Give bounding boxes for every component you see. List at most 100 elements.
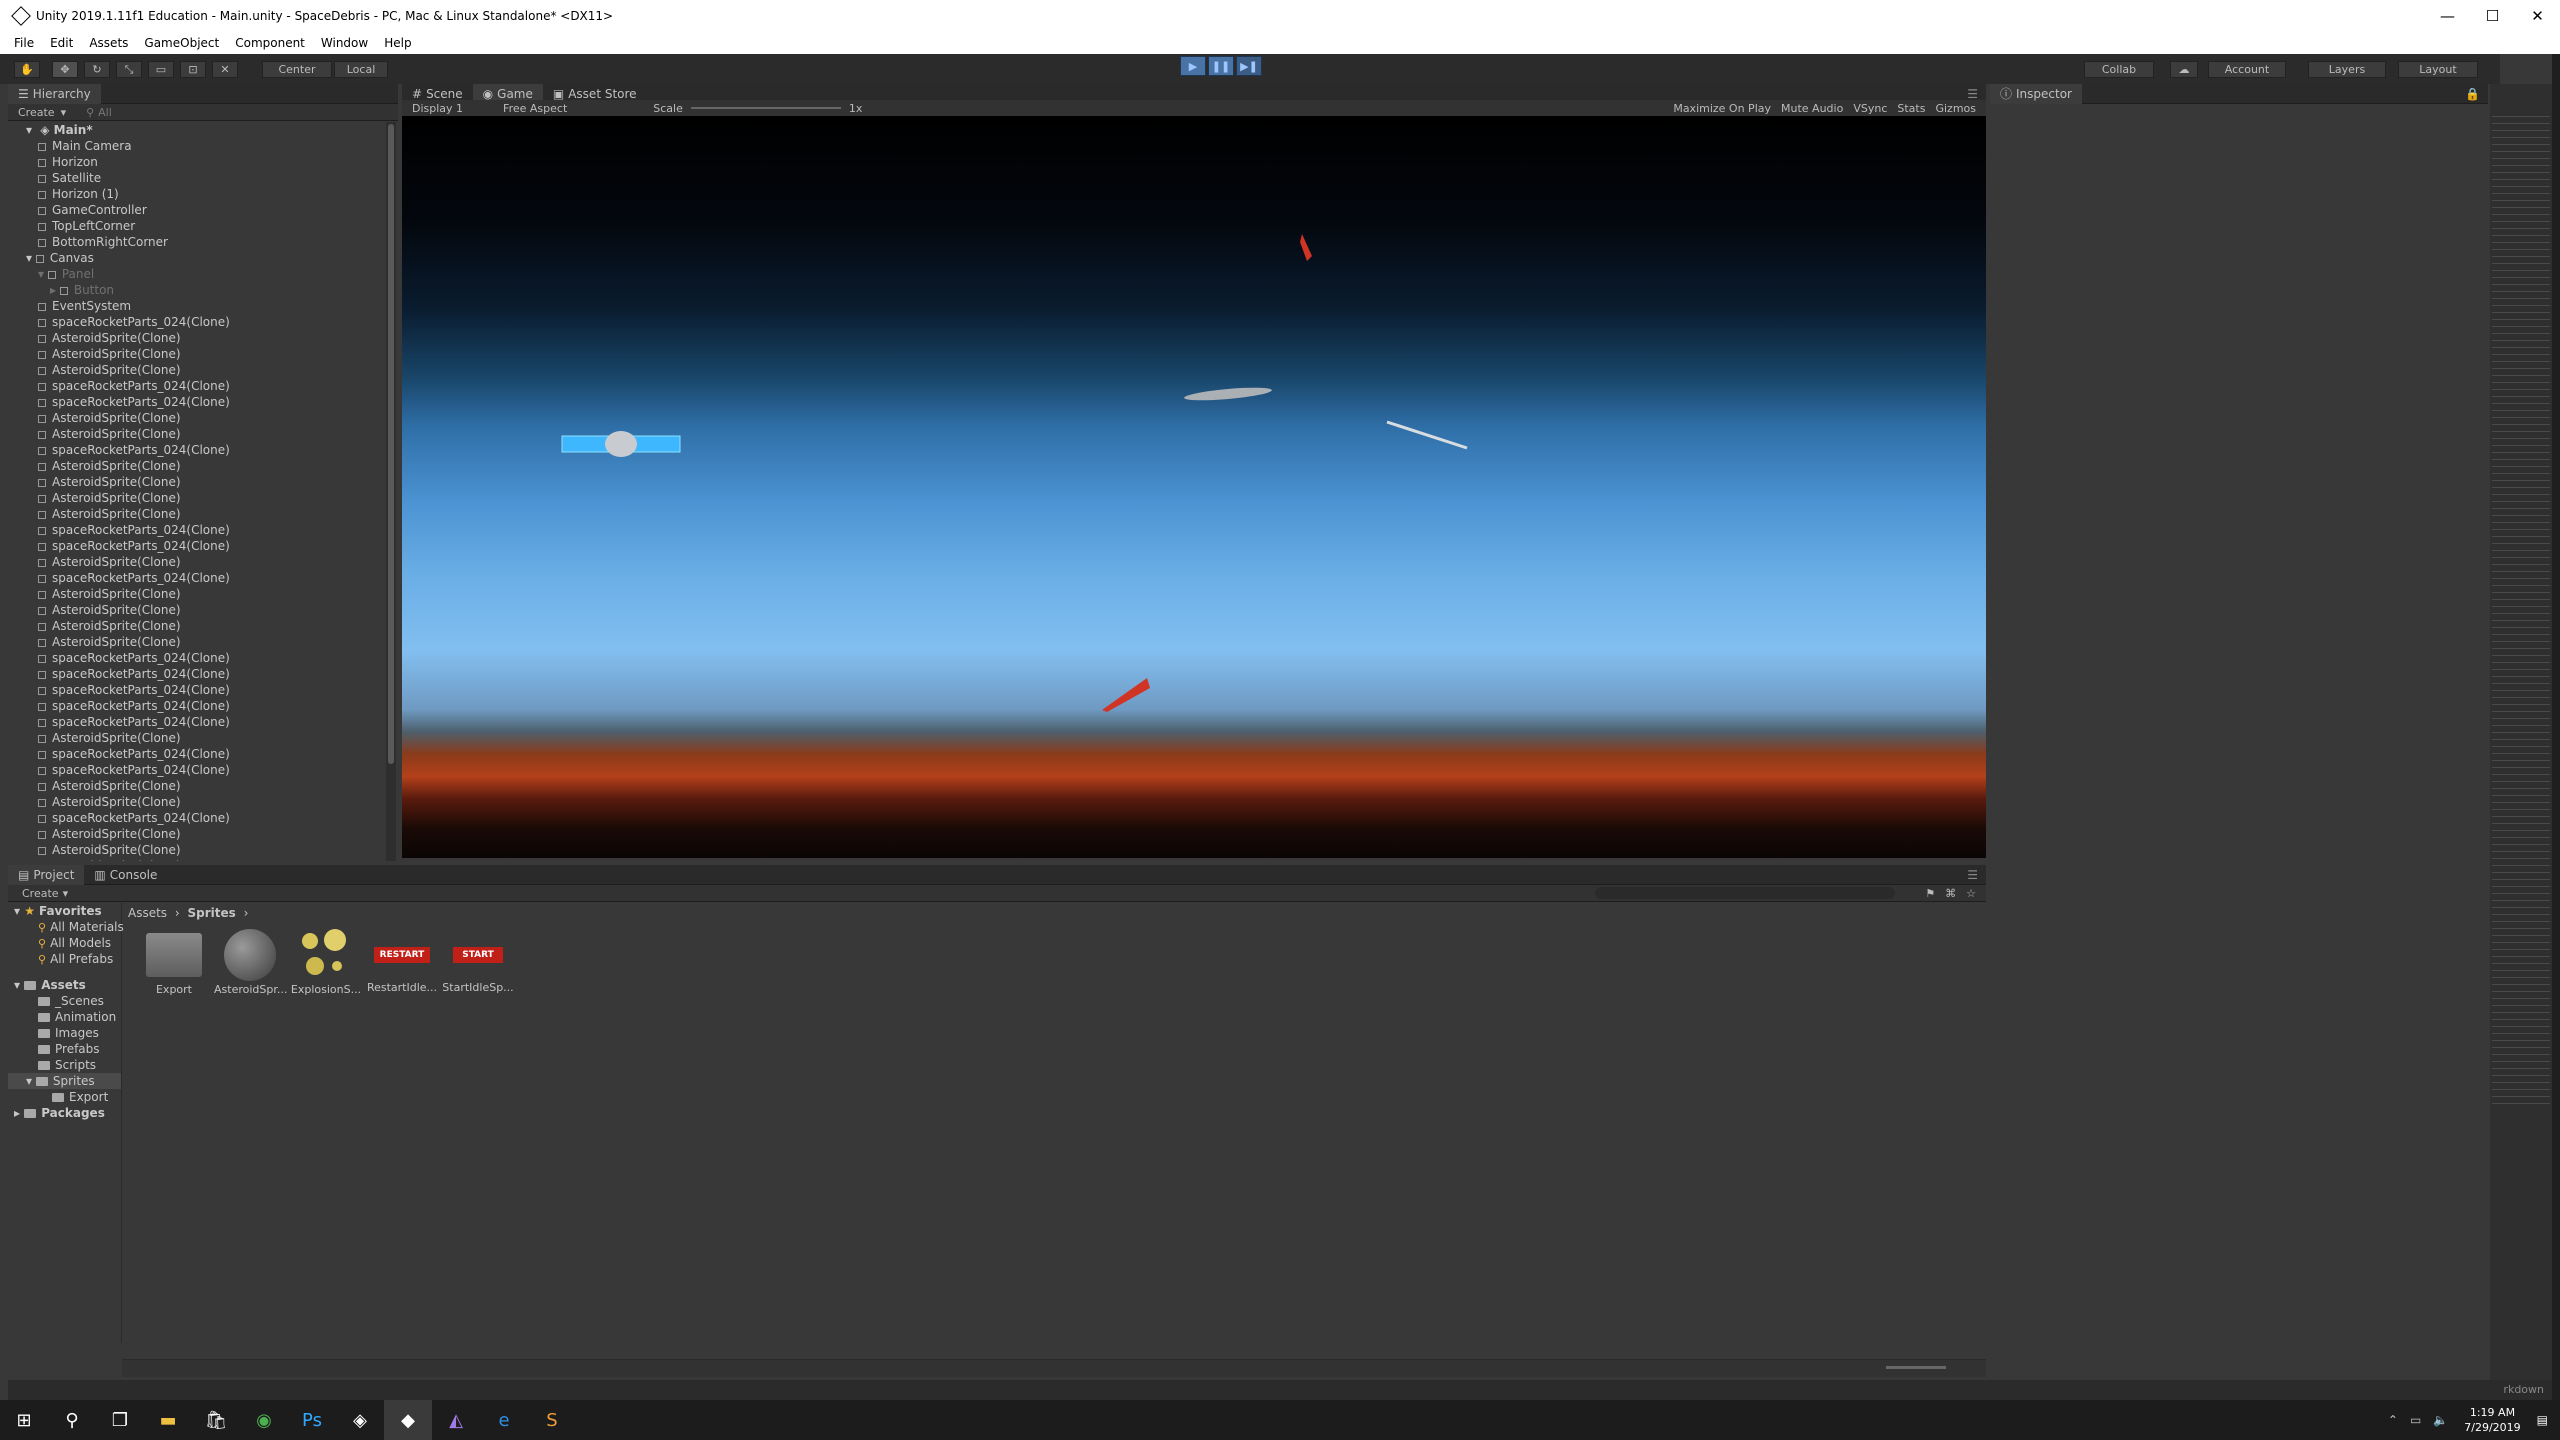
favorite-star-icon[interactable]: ☆ bbox=[1966, 887, 1976, 900]
hierarchy-item[interactable]: AsteroidSprite(Clone) bbox=[8, 506, 384, 522]
hand-tool-icon[interactable]: ✋ bbox=[14, 61, 40, 78]
hierarchy-item[interactable]: GameController bbox=[8, 202, 384, 218]
project-create-button[interactable]: Create bbox=[22, 887, 59, 900]
thumbnail-size-slider[interactable] bbox=[1886, 1366, 1946, 1369]
maximize-button[interactable]: ☐ bbox=[2470, 0, 2515, 32]
menu-help[interactable]: Help bbox=[384, 36, 411, 50]
scale-slider[interactable] bbox=[690, 107, 841, 109]
layers-dropdown[interactable]: Layers bbox=[2308, 61, 2386, 78]
hierarchy-item[interactable]: AsteroidSprite(Clone) bbox=[8, 362, 384, 378]
favorites-row[interactable]: ▾ ★ Favorites bbox=[8, 903, 121, 919]
hierarchy-tab[interactable]: ☰ Hierarchy bbox=[8, 83, 101, 104]
unity-editor-icon[interactable]: ◆ bbox=[384, 1400, 432, 1440]
hierarchy-item[interactable]: AsteroidSprite(Clone) bbox=[8, 586, 384, 602]
scene-row[interactable]: ▾ ◈ Main* bbox=[8, 122, 384, 138]
project-menu-icon[interactable]: ☰ bbox=[1967, 868, 1978, 882]
hierarchy-item[interactable]: AsteroidSprite(Clone) bbox=[8, 426, 384, 442]
collab-dropdown[interactable]: Collab bbox=[2084, 61, 2154, 78]
hierarchy-item[interactable]: AsteroidSprite(Clone) bbox=[8, 554, 384, 570]
hierarchy-item[interactable]: AsteroidSprite(Clone) bbox=[8, 794, 384, 810]
hierarchy-item[interactable]: spaceRocketParts_024(Clone) bbox=[8, 746, 384, 762]
task-view-icon[interactable]: ❐ bbox=[96, 1400, 144, 1440]
gizmos-dropdown[interactable]: Gizmos bbox=[1935, 102, 1976, 115]
hierarchy-item[interactable]: spaceRocketParts_024(Clone) bbox=[8, 698, 384, 714]
hierarchy-item[interactable]: spaceRocketParts_024(Clone) bbox=[8, 810, 384, 826]
minimize-button[interactable]: — bbox=[2425, 0, 2470, 32]
filter-type-icon[interactable]: ⚑ bbox=[1925, 887, 1935, 900]
folder-scenes[interactable]: _Scenes bbox=[8, 993, 121, 1009]
pause-button[interactable]: ❚❚ bbox=[1208, 56, 1234, 76]
hierarchy-scroll-thumb[interactable] bbox=[388, 124, 394, 764]
hierarchy-item[interactable]: AsteroidSprite(Clone) bbox=[8, 730, 384, 746]
pivot-center-toggle[interactable]: Center bbox=[262, 61, 332, 78]
asset-explosion-sprite[interactable]: ExplosionS... bbox=[290, 929, 362, 996]
favorite-item-materials[interactable]: ⚲ All Materials bbox=[8, 919, 124, 935]
hierarchy-item[interactable]: spaceRocketParts_024(Clone) bbox=[8, 570, 384, 586]
pivot-local-toggle[interactable]: Local bbox=[334, 61, 388, 78]
display-dropdown[interactable]: Display 1 bbox=[412, 102, 463, 115]
aspect-dropdown[interactable]: Free Aspect bbox=[503, 102, 567, 115]
game-view[interactable] bbox=[402, 116, 1986, 858]
hierarchy-item[interactable]: AsteroidSprite(Clone) bbox=[8, 842, 384, 858]
cloud-icon[interactable]: ☁ bbox=[2170, 61, 2198, 78]
project-search-input[interactable] bbox=[1595, 887, 1896, 899]
close-button[interactable]: ✕ bbox=[2515, 0, 2560, 32]
hierarchy-item[interactable]: spaceRocketParts_024(Clone) bbox=[8, 538, 384, 554]
hierarchy-item[interactable]: AsteroidSprite(Clone) bbox=[8, 602, 384, 618]
folder-scripts[interactable]: Scripts bbox=[8, 1057, 121, 1073]
menu-edit[interactable]: Edit bbox=[50, 36, 73, 50]
hierarchy-item[interactable]: AsteroidSprite(Clone) bbox=[8, 858, 384, 861]
visual-studio-icon[interactable]: ◭ bbox=[432, 1400, 480, 1440]
volume-icon[interactable]: 🔈 bbox=[2433, 1413, 2448, 1427]
hierarchy-item[interactable]: AsteroidSprite(Clone) bbox=[8, 490, 384, 506]
mute-audio-toggle[interactable]: Mute Audio bbox=[1781, 102, 1843, 115]
hierarchy-item[interactable]: AsteroidSprite(Clone) bbox=[8, 826, 384, 842]
notification-icon[interactable]: ▤ bbox=[2537, 1413, 2548, 1427]
menu-gameobject[interactable]: GameObject bbox=[144, 36, 219, 50]
breadcrumb-assets[interactable]: Assets bbox=[128, 906, 167, 920]
folder-export[interactable]: Export bbox=[8, 1089, 121, 1105]
hierarchy-search-input[interactable]: All bbox=[98, 106, 112, 119]
assets-root-row[interactable]: ▾ Assets bbox=[8, 977, 121, 993]
favorite-item-prefabs[interactable]: ⚲ All Prefabs bbox=[8, 951, 121, 967]
hierarchy-scrollbar[interactable] bbox=[386, 122, 396, 861]
hierarchy-item[interactable]: spaceRocketParts_024(Clone) bbox=[8, 442, 384, 458]
menu-component[interactable]: Component bbox=[235, 36, 305, 50]
hierarchy-item[interactable]: EventSystem bbox=[8, 298, 384, 314]
tray-chevron-icon[interactable]: ⌃ bbox=[2388, 1413, 2398, 1427]
tab-console[interactable]: ▥ Console bbox=[84, 865, 167, 885]
hierarchy-item[interactable]: Horizon bbox=[8, 154, 384, 170]
folder-sprites[interactable]: ▾ Sprites bbox=[8, 1073, 121, 1089]
hierarchy-item[interactable]: spaceRocketParts_024(Clone) bbox=[8, 394, 384, 410]
folder-animation[interactable]: Animation bbox=[8, 1009, 121, 1025]
rect-tool-icon[interactable]: ▭ bbox=[148, 61, 174, 78]
hierarchy-item[interactable]: spaceRocketParts_024(Clone) bbox=[8, 650, 384, 666]
layout-dropdown[interactable]: Layout bbox=[2398, 61, 2478, 78]
clock[interactable]: 1:19 AM 7/29/2019 bbox=[2464, 1405, 2520, 1435]
stats-toggle[interactable]: Stats bbox=[1897, 102, 1925, 115]
sublime-text-icon[interactable]: S bbox=[528, 1400, 576, 1440]
hierarchy-item[interactable]: spaceRocketParts_024(Clone) bbox=[8, 714, 384, 730]
maximize-on-play-toggle[interactable]: Maximize On Play bbox=[1673, 102, 1771, 115]
folder-prefabs[interactable]: Prefabs bbox=[8, 1041, 121, 1057]
photoshop-icon[interactable]: Ps bbox=[288, 1400, 336, 1440]
hierarchy-item[interactable]: AsteroidSprite(Clone) bbox=[8, 346, 384, 362]
hierarchy-item[interactable]: Horizon (1) bbox=[8, 186, 384, 202]
scale-tool-icon[interactable]: ⤡ bbox=[116, 61, 142, 78]
hierarchy-item[interactable]: spaceRocketParts_024(Clone) bbox=[8, 682, 384, 698]
collapse-arrow-icon[interactable]: ▸ bbox=[50, 283, 60, 297]
panel-menu-icon[interactable]: ☰ bbox=[1967, 87, 1978, 101]
hierarchy-item[interactable]: ▸ Button bbox=[8, 282, 384, 298]
asset-restart-sprite[interactable]: RESTART RestartIdle... bbox=[366, 929, 438, 994]
filter-label-icon[interactable]: ⌘ bbox=[1945, 887, 1956, 900]
folder-images[interactable]: Images bbox=[8, 1025, 121, 1041]
move-tool-icon[interactable]: ✥ bbox=[52, 61, 78, 78]
hierarchy-item[interactable]: Main Camera bbox=[8, 138, 384, 154]
hierarchy-create-button[interactable]: Create bbox=[18, 106, 55, 119]
asset-asteroid-sprite[interactable]: AsteroidSpr... bbox=[214, 929, 287, 996]
menu-assets[interactable]: Assets bbox=[89, 36, 128, 50]
asset-start-sprite[interactable]: START StartIdleSp... bbox=[442, 929, 514, 994]
hierarchy-item[interactable]: AsteroidSprite(Clone) bbox=[8, 410, 384, 426]
menu-file[interactable]: File bbox=[14, 36, 34, 50]
custom-tool-icon[interactable]: ✕ bbox=[212, 61, 238, 78]
